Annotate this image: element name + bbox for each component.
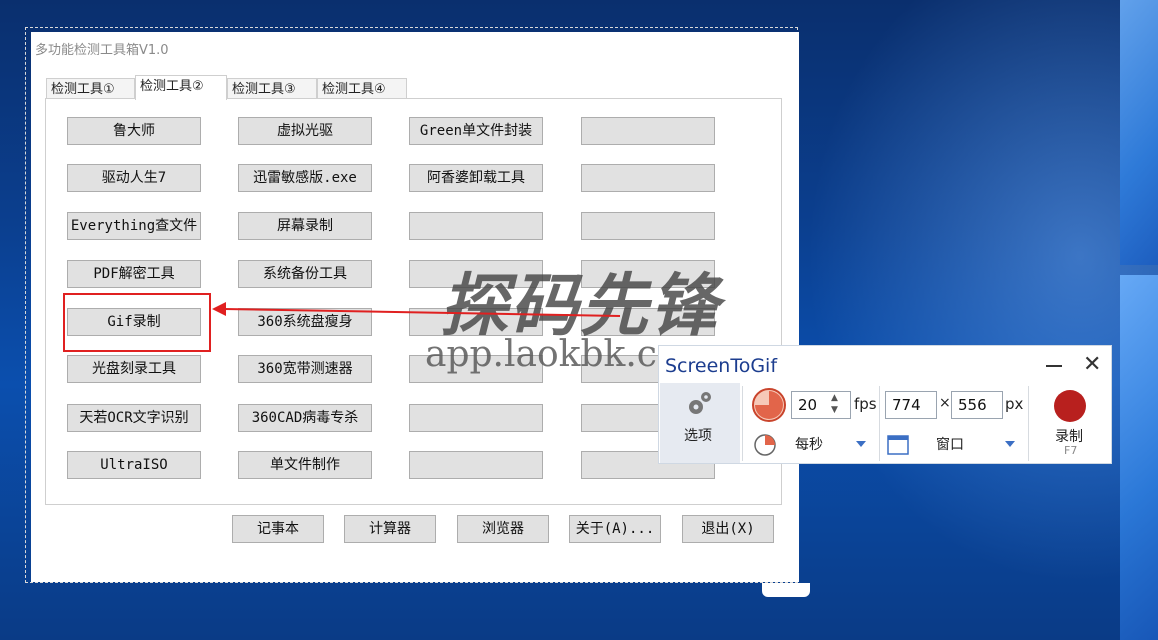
tool-button[interactable]: Green单文件封装 <box>409 117 543 145</box>
exit-button[interactable]: 退出(X) <box>682 515 774 543</box>
tool-button-empty[interactable] <box>409 212 543 240</box>
tab-tools-3[interactable]: 检测工具③ <box>227 78 317 99</box>
tool-button[interactable]: 360系统盘瘦身 <box>238 308 372 336</box>
chevron-down-icon[interactable] <box>856 441 866 447</box>
divider <box>742 386 743 461</box>
minimize-icon[interactable] <box>1046 365 1062 367</box>
highlight-box <box>63 293 211 352</box>
window-title: 多功能检测工具箱V1.0 <box>35 43 169 58</box>
calculator-button[interactable]: 计算器 <box>344 515 436 543</box>
close-icon[interactable]: ✕ <box>1083 354 1101 376</box>
rate-pie-icon <box>754 434 776 456</box>
fps-unit: fps <box>854 395 877 413</box>
height-input[interactable]: 556 <box>951 391 1003 419</box>
tool-button[interactable]: 阿香婆卸载工具 <box>409 164 543 192</box>
tool-button-empty[interactable] <box>409 451 543 479</box>
fps-pie-icon <box>752 388 786 422</box>
tool-button[interactable]: 虚拟光驱 <box>238 117 372 145</box>
desktop-logo-pane-bottom <box>1120 275 1158 640</box>
tool-button[interactable]: 360宽带测速器 <box>238 355 372 383</box>
browser-button[interactable]: 浏览器 <box>457 515 549 543</box>
rate-mode-select[interactable]: 每秒 <box>795 434 823 454</box>
tab-tools-1[interactable]: 检测工具① <box>46 78 135 99</box>
desktop-logo-pane-top <box>1120 0 1158 265</box>
tool-button-empty[interactable] <box>409 404 543 432</box>
tab-tools-4[interactable]: 检测工具④ <box>317 78 407 99</box>
tool-button[interactable]: 光盘刻录工具 <box>67 355 201 383</box>
record-button[interactable] <box>1054 390 1086 422</box>
tool-button[interactable]: PDF解密工具 <box>67 260 201 288</box>
notepad-button[interactable]: 记事本 <box>232 515 324 543</box>
chevron-down-icon[interactable] <box>1005 441 1015 447</box>
options-label: 选项 <box>684 428 712 444</box>
divider <box>1028 386 1029 461</box>
tool-button[interactable]: 驱动人生7 <box>67 164 201 192</box>
record-shortcut: F7 <box>1064 444 1078 457</box>
window-icon <box>887 435 909 455</box>
tool-button-empty[interactable] <box>581 117 715 145</box>
tool-button[interactable]: 屏幕录制 <box>238 212 372 240</box>
screentogif-title: ScreenToGif <box>665 355 778 377</box>
tool-button[interactable]: 鲁大师 <box>67 117 201 145</box>
desktop-glow <box>760 0 1158 640</box>
times-sign: × <box>939 395 951 411</box>
options-button[interactable]: 选项 <box>660 383 740 463</box>
gear-icon <box>689 392 711 414</box>
tool-button[interactable]: 迅雷敏感版.exe <box>238 164 372 192</box>
tool-button[interactable]: Everything查文件 <box>67 212 201 240</box>
capture-mode-select[interactable]: 窗口 <box>936 434 964 454</box>
tool-button[interactable]: 系统备份工具 <box>238 260 372 288</box>
fps-stepper-icon[interactable]: ▲ ▼ <box>831 392 838 416</box>
tool-button-empty[interactable] <box>581 212 715 240</box>
watermark-url: app.laokbk.cn <box>425 334 681 375</box>
screentogif-window: ScreenToGif ✕ 选项 20 ▲ ▼ fps 每秒 774 × 556 … <box>658 345 1112 464</box>
tool-button[interactable]: 天若OCR文字识别 <box>67 404 201 432</box>
tool-button-empty[interactable] <box>581 164 715 192</box>
about-button[interactable]: 关于(A)... <box>569 515 661 543</box>
tool-button[interactable]: 单文件制作 <box>238 451 372 479</box>
px-unit: px <box>1005 395 1024 413</box>
fps-input[interactable]: 20 <box>791 391 851 419</box>
divider <box>879 386 880 461</box>
background-window-corner <box>762 583 810 597</box>
tool-button[interactable]: UltraISO <box>67 451 201 479</box>
record-label: 录制 <box>1055 429 1083 445</box>
tab-tools-2[interactable]: 检测工具② <box>135 75 227 100</box>
tool-button[interactable]: 360CAD病毒专杀 <box>238 404 372 432</box>
width-input[interactable]: 774 <box>885 391 937 419</box>
